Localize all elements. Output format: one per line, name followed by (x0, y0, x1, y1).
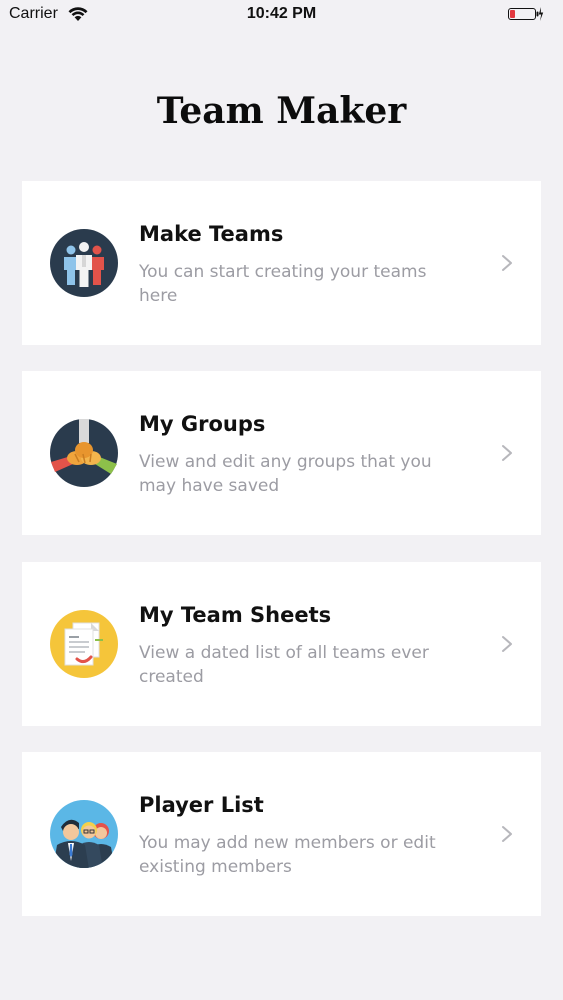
stacked-hands-icon (50, 419, 118, 487)
chevron-right-icon (502, 255, 512, 271)
my-groups-title: My Groups (139, 412, 266, 436)
chevron-right-icon (502, 636, 512, 652)
battery-icon (508, 7, 544, 21)
my-team-sheets-card[interactable]: My Team Sheets View a dated list of all … (22, 562, 541, 726)
status-bar: Carrier 10:42 PM (0, 0, 563, 30)
player-list-card[interactable]: Player List You may add new members or e… (22, 752, 541, 916)
chevron-right-icon (502, 826, 512, 842)
my-groups-description: View and edit any groups that you may ha… (139, 452, 432, 496)
player-list-title: Player List (139, 793, 264, 817)
my-team-sheets-description: View a dated list of all teams ever crea… (139, 643, 429, 687)
documents-icon (50, 610, 118, 678)
player-list-description: You may add new members or edit existing… (139, 833, 436, 877)
page-title: Team Maker (156, 90, 407, 132)
status-time: 10:42 PM (246, 5, 317, 22)
chevron-right-icon (502, 445, 512, 461)
my-groups-card[interactable]: My Groups View and edit any groups that … (22, 371, 541, 535)
players-avatars-icon (50, 800, 118, 868)
my-team-sheets-title: My Team Sheets (139, 603, 332, 627)
make-teams-description: You can start creating your teams here (139, 262, 427, 306)
make-teams-card[interactable]: Make Teams You can start creating your t… (22, 181, 541, 345)
team-people-icon (50, 229, 118, 297)
make-teams-title: Make Teams (139, 222, 284, 246)
